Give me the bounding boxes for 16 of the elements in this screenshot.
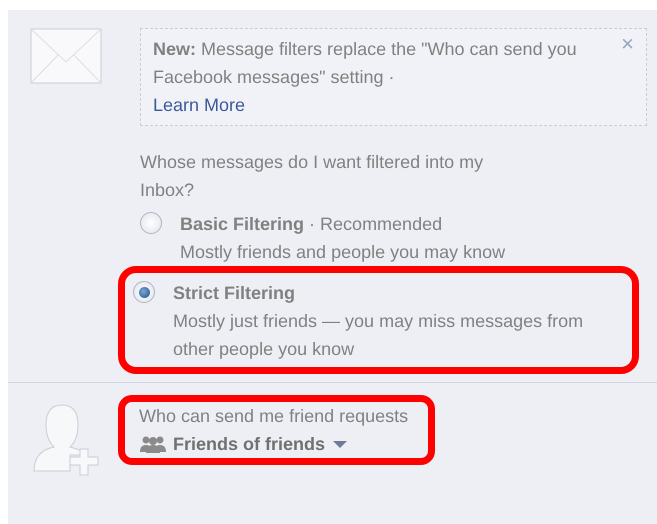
- audience-dropdown[interactable]: Friends of friends: [139, 430, 350, 458]
- envelope-icon: [30, 28, 102, 84]
- close-button[interactable]: ×: [617, 31, 638, 57]
- radio-button[interactable]: [133, 281, 155, 303]
- caret-icon: [331, 439, 350, 449]
- option-note: · Recommended: [309, 214, 442, 234]
- radio-button[interactable]: [140, 212, 162, 234]
- option-description: Mostly friends and people you may know: [180, 241, 506, 264]
- option-title[interactable]: Strict Filtering: [173, 283, 296, 303]
- learn-more-link[interactable]: Learn More: [153, 91, 246, 119]
- notice-text: New: Message filters replace the "Who can send you Facebook messages" setting ·: [153, 38, 578, 89]
- people-icon: [139, 435, 167, 453]
- option-description: Mostly just friends — you may miss messages from other people you know: [173, 310, 584, 361]
- option-title[interactable]: Basic Filtering: [180, 214, 304, 234]
- filter-question: Whose messages do I want filtered into my Inbox?: [140, 151, 484, 202]
- friend-request-label: Who can send me friend requests: [139, 405, 408, 428]
